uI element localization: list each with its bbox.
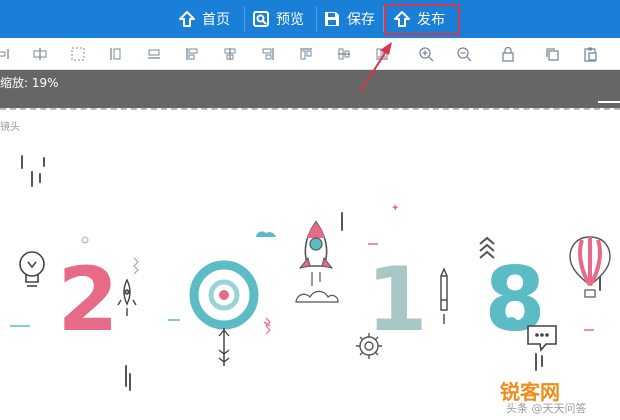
home-icon xyxy=(178,10,196,28)
nav-separator xyxy=(244,6,245,32)
zoom-out-icon[interactable] xyxy=(456,46,472,62)
target-zero-graphic xyxy=(189,260,259,366)
floppy-disk-icon xyxy=(323,10,341,28)
save-button[interactable]: 保存 xyxy=(323,0,375,38)
digit-1: 1 xyxy=(366,248,427,351)
align-vertical-icon[interactable] xyxy=(108,46,124,62)
editor-window: 首页 预览 保存 发布 缩放: 19% 镜头 ✦ 2 1 8 锐客网 头条 @天… xyxy=(0,0,620,420)
toolbar xyxy=(0,38,620,70)
align-bottom-icon[interactable] xyxy=(374,46,390,62)
align-top-icon[interactable] xyxy=(298,46,314,62)
watermark-subtext: 头条 @天天问答 xyxy=(506,402,587,415)
zoom-in-icon[interactable] xyxy=(418,46,434,62)
home-button[interactable]: 首页 xyxy=(178,0,230,38)
top-nav-bar: 首页 预览 保存 发布 xyxy=(0,0,620,38)
align-horizontal-icon[interactable] xyxy=(146,46,162,62)
new-year-2018-artwork: ✦ 2 1 8 xyxy=(10,155,611,391)
save-label: 保存 xyxy=(347,12,375,28)
design-canvas[interactable]: 镜头 ✦ 2 1 8 xyxy=(0,110,620,420)
svg-text:✦: ✦ xyxy=(391,203,399,214)
preview-icon xyxy=(252,10,270,28)
preview-button[interactable]: 预览 xyxy=(252,0,304,38)
zoom-level-text: 缩放: 19% xyxy=(0,76,59,90)
rocket-graphic xyxy=(298,220,334,286)
zoom-indicator-line xyxy=(598,101,620,103)
zoom-bar: 缩放: 19% xyxy=(0,70,620,108)
align-right-icon[interactable] xyxy=(260,46,276,62)
align-center-icon[interactable] xyxy=(222,46,238,62)
paste-icon[interactable] xyxy=(582,46,598,62)
distribute-center-icon[interactable] xyxy=(32,46,48,62)
align-left-icon[interactable] xyxy=(184,46,200,62)
align-middle-icon[interactable] xyxy=(336,46,352,62)
nav-separator xyxy=(316,6,317,32)
hot-air-balloon-graphic xyxy=(569,236,611,298)
digit-2: 2 xyxy=(57,248,118,351)
pencil-graphic xyxy=(440,267,448,324)
distribute-horizontal-icon[interactable] xyxy=(0,46,10,62)
lock-icon[interactable] xyxy=(500,46,516,62)
publish-highlight-box xyxy=(384,4,460,35)
copy-icon[interactable] xyxy=(544,46,560,62)
home-label: 首页 xyxy=(202,12,230,28)
dashed-box-icon[interactable] xyxy=(70,46,86,62)
preview-label: 预览 xyxy=(276,12,304,28)
